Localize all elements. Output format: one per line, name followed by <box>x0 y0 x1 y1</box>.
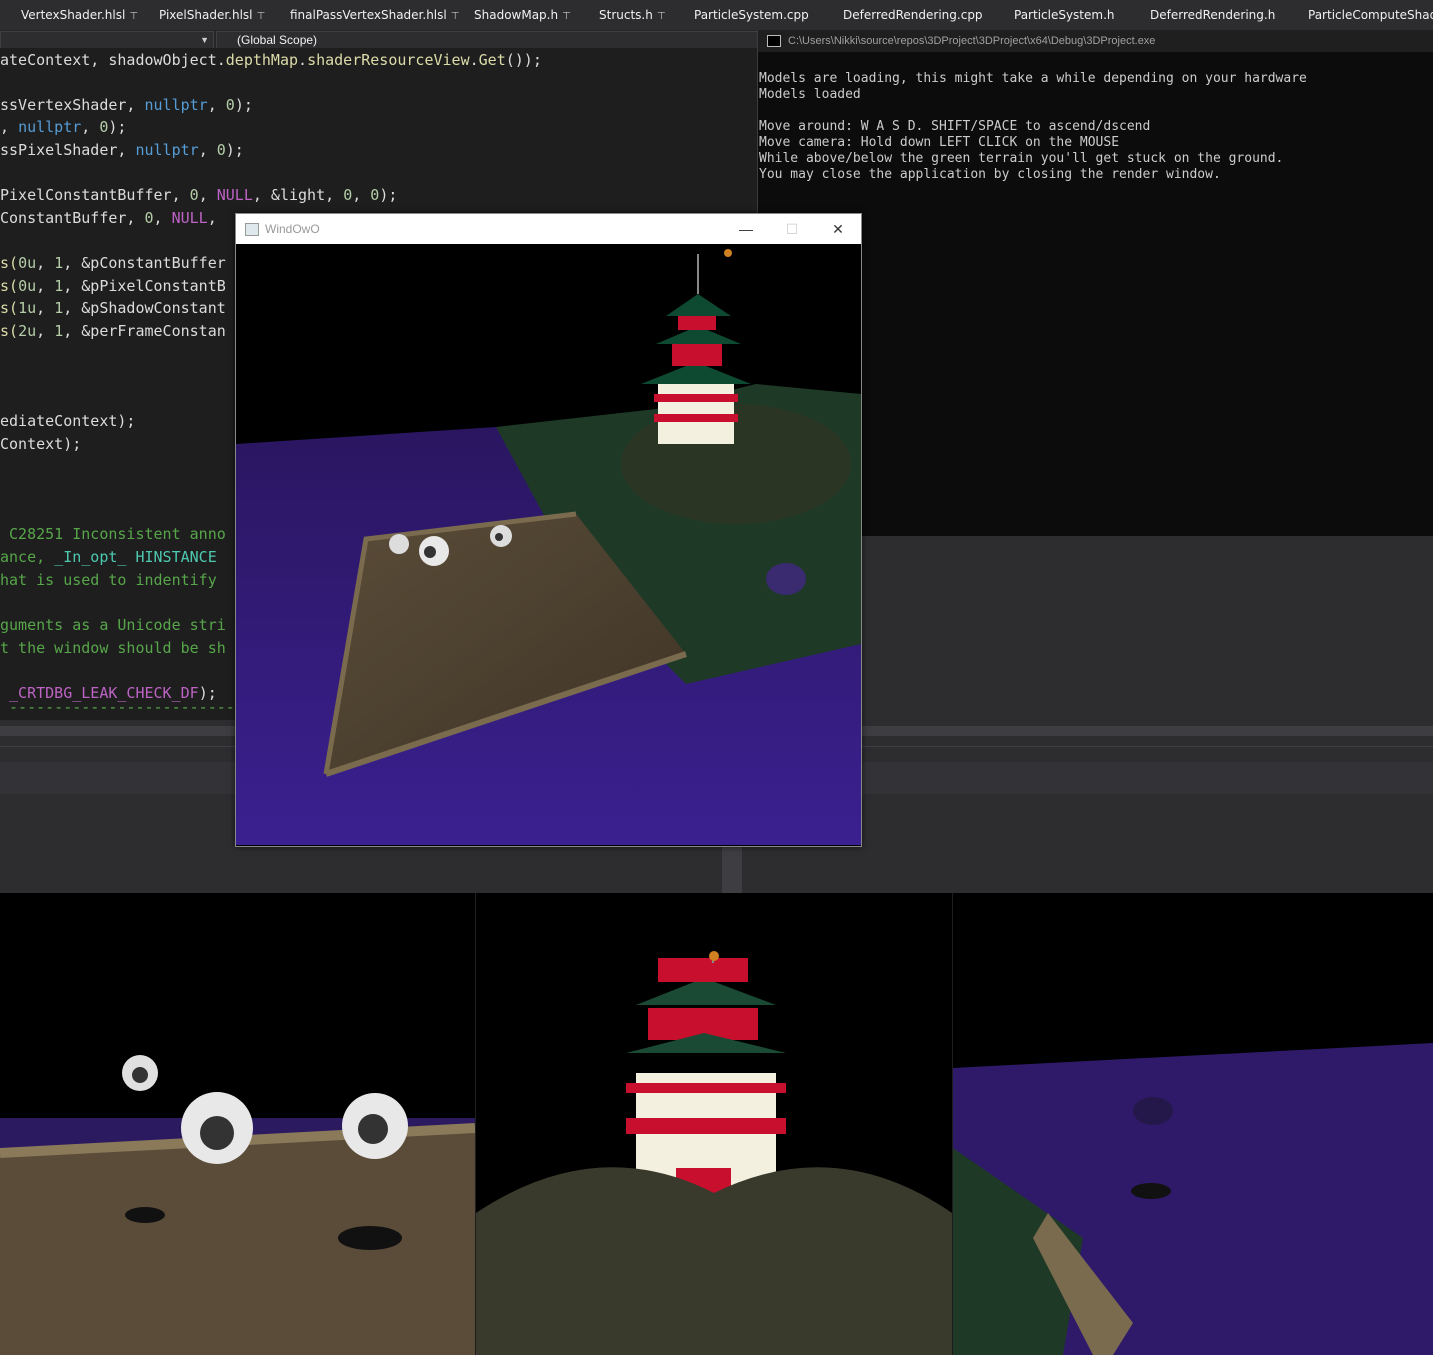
code-line: Context); <box>0 435 82 453</box>
code-line: s(1u, 1, &pShadowConstant <box>0 299 226 317</box>
code-line: ateContext, shadowObject.depthMap.shader… <box>0 51 542 69</box>
pin-icon[interactable]: ⊤ <box>257 11 266 22</box>
document-tab-bar: VertexShader.hlsl ⊤ PixelShader.hlsl ⊤ fin… <box>0 0 1433 30</box>
chevron-down-icon: ▼ <box>200 35 209 45</box>
eyeball <box>389 534 409 554</box>
code-line: ConstantBuffer, 0, NULL, <box>0 209 217 227</box>
tab-pixelshader[interactable]: PixelShader.hlsl ⊤ <box>159 8 265 22</box>
console-line: Models are loading, this might take a wh… <box>759 71 1307 86</box>
console-line: While above/below the green terrain you'… <box>759 151 1284 166</box>
scope-label: (Global Scope) <box>237 33 318 47</box>
tab-structs[interactable]: Structs.h ⊤ <box>599 8 666 22</box>
pin-icon[interactable]: ⊤ <box>129 11 138 22</box>
navigation-bar: ▼ (Global Scope) <box>0 30 758 49</box>
tab-label: ParticleSystem.h <box>1014 8 1115 22</box>
window-app-icon <box>245 223 259 236</box>
tab-vertexshader[interactable]: VertexShader.hlsl ⊤ <box>21 8 138 22</box>
code-comment: hat is used to indentify <box>0 571 217 589</box>
tab-label: ParticleComputeShader <box>1308 8 1433 22</box>
tab-shadowmap[interactable]: ShadowMap.h ⊤ <box>474 8 571 22</box>
code-line: , nullptr, 0); <box>0 118 127 136</box>
vertical-scrollbar[interactable] <box>722 840 742 893</box>
pin-icon[interactable]: ⊤ <box>562 11 571 22</box>
tab-deferredrendering-h[interactable]: DeferredRendering.h <box>1150 8 1275 22</box>
member-dropdown[interactable]: ▼ <box>0 31 214 49</box>
pin-icon[interactable]: ⊤ <box>451 11 460 22</box>
tab-deferredrendering-cpp[interactable]: DeferredRendering.cpp <box>843 8 983 22</box>
code-comment: guments as a Unicode stri <box>0 616 226 634</box>
close-button[interactable]: ✕ <box>815 214 861 244</box>
screenshot-water <box>953 893 1433 1355</box>
console-line: You may close the application by closing… <box>759 167 1221 182</box>
code-comment: C28251 Inconsistent anno <box>0 525 226 543</box>
pin-icon[interactable]: ⊤ <box>657 11 666 22</box>
tab-particlecomputeshader[interactable]: ParticleComputeShader <box>1308 8 1433 22</box>
code-line: ssVertexShader, nullptr, 0); <box>0 96 253 114</box>
code-line: s(2u, 1, &perFrameConstan <box>0 322 226 340</box>
code-line: s(0u, 1, &pConstantBuffer <box>0 254 226 272</box>
eyeball-pupil <box>495 533 503 541</box>
code-line: s(0u, 1, &pPixelConstantB <box>0 277 226 295</box>
tab-finalpassvertexshader[interactable]: finalPassVertexShader.hlsl ⊤ <box>290 8 459 22</box>
tab-label: DeferredRendering.h <box>1150 8 1276 22</box>
tab-label: VertexShader.hlsl <box>21 8 126 22</box>
console-line: Models loaded <box>759 87 861 102</box>
console-line: Move camera: Hold down LEFT CLICK on the… <box>759 135 1120 150</box>
render-window[interactable]: WindOwO — ☐ ✕ <box>235 213 862 847</box>
render-window-titlebar[interactable]: WindOwO — ☐ ✕ <box>236 214 861 244</box>
render-viewport[interactable] <box>236 244 861 845</box>
minimize-button[interactable]: — <box>723 214 769 244</box>
tab-label: Structs.h <box>599 8 653 22</box>
purple-sphere <box>766 563 806 595</box>
code-line: PixelConstantBuffer, 0, NULL, &light, 0,… <box>0 186 398 204</box>
console-line: Move around: W A S D. SHIFT/SPACE to asc… <box>759 119 1151 134</box>
tab-label: ParticleSystem.cpp <box>694 8 809 22</box>
console-titlebar[interactable]: C:\Users\Nikki\source\repos\3DProject\3D… <box>758 30 1433 52</box>
console-app-icon <box>767 35 781 47</box>
tab-label: DeferredRendering.cpp <box>843 8 983 22</box>
window-title: WindOwO <box>265 222 320 236</box>
code-line: ediateContext); <box>0 412 136 430</box>
console-title-text: C:\Users\Nikki\source\repos\3DProject\3D… <box>788 35 1156 47</box>
tab-particlesystem-h[interactable]: ParticleSystem.h <box>1014 8 1115 22</box>
screenshot-pagoda <box>476 893 952 1355</box>
code-line: ssPixelShader, nullptr, 0); <box>0 141 244 159</box>
tab-particlesystem-cpp[interactable]: ParticleSystem.cpp <box>694 8 809 22</box>
tab-label: finalPassVertexShader.hlsl <box>290 8 447 22</box>
tab-label: PixelShader.hlsl <box>159 8 253 22</box>
scope-dropdown[interactable]: (Global Scope) <box>216 31 758 49</box>
screenshot-eyeballs <box>0 893 475 1355</box>
code-comment: t the window should be sh <box>0 639 226 657</box>
maximize-button[interactable]: ☐ <box>769 214 815 244</box>
tab-label: ShadowMap.h <box>474 8 559 22</box>
eyeball-pupil <box>424 546 436 558</box>
console-output: Models are loading, this might take a wh… <box>759 71 1307 183</box>
code-line: ance, _In_opt_ HINSTANCE <box>0 548 217 566</box>
